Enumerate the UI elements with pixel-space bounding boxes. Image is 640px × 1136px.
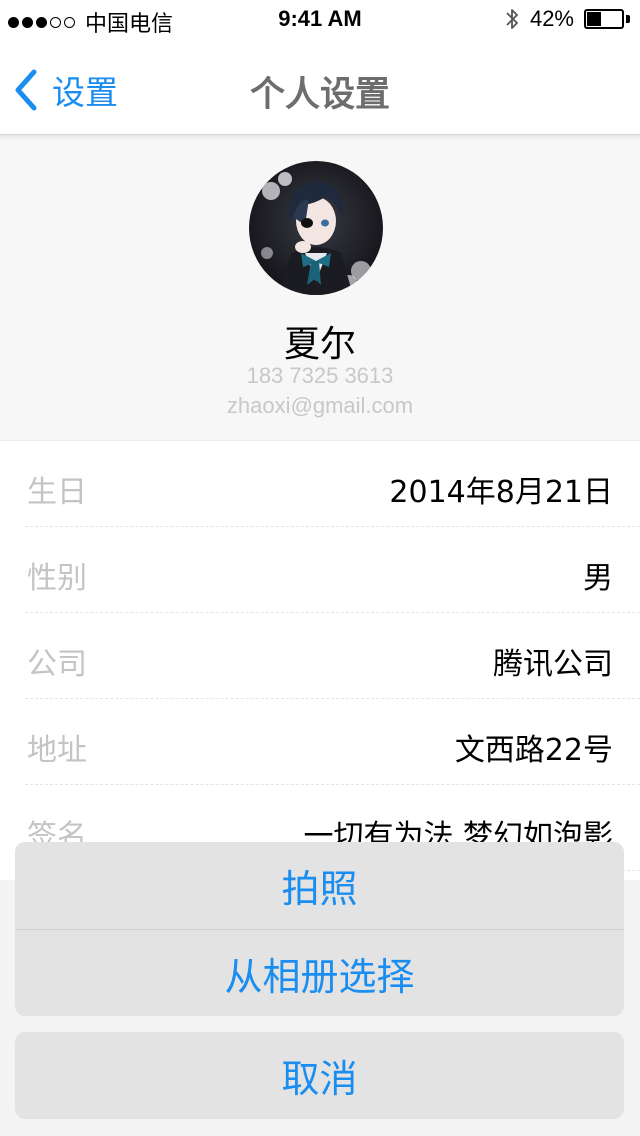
action-sheet: 拍照 从相册选择	[15, 842, 624, 1016]
take-photo-button[interactable]: 拍照	[15, 842, 624, 929]
action-sheet-cancel-group: 取消	[15, 1032, 624, 1119]
choose-from-album-button[interactable]: 从相册选择	[15, 929, 624, 1016]
cancel-button[interactable]: 取消	[15, 1032, 624, 1119]
action-sheet-overlay: 拍照 从相册选择 取消	[0, 0, 640, 1136]
